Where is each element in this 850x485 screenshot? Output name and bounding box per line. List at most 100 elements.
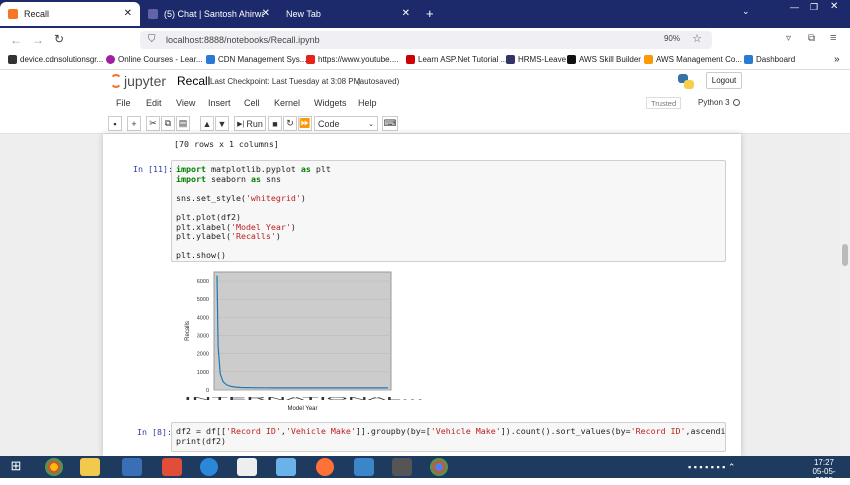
reload-icon[interactable]: ↻ (54, 32, 64, 46)
bookmark-item[interactable]: CDN Management Sys... (206, 55, 306, 64)
minimize-icon[interactable]: — (790, 2, 799, 12)
jupyter-logo-icon (110, 74, 122, 88)
page-scrollbar[interactable] (840, 134, 850, 456)
save-icon[interactable]: ▪ (108, 116, 122, 131)
autosave-status: (autosaved) (357, 77, 400, 86)
chrome-icon[interactable] (45, 458, 63, 476)
menu-file[interactable]: File (116, 98, 131, 108)
url-bar[interactable]: ⛉ localhost:8888/notebooks/Recall.ipynb … (140, 31, 712, 49)
vs-code-icon[interactable] (354, 458, 374, 476)
code-cell-11[interactable]: import matplotlib.pyplot as plt import se… (171, 160, 726, 262)
logout-button[interactable]: Logout (706, 72, 742, 89)
back-arrow-icon[interactable]: ← (10, 33, 22, 47)
git-icon[interactable] (162, 458, 182, 476)
menu-view[interactable]: View (176, 98, 195, 108)
bookmark-item[interactable]: HRMS-Leave (506, 55, 566, 64)
paste-icon[interactable]: ▤ (176, 116, 190, 131)
tab-chat[interactable]: (5) Chat | Santosh Ahirwar | Mic ✕ (140, 2, 278, 26)
forward-arrow-icon[interactable]: → (32, 33, 44, 47)
maximize-icon[interactable]: ❐ (810, 2, 818, 13)
close-icon[interactable]: ✕ (262, 8, 270, 19)
y-tick-label: 6000 (197, 279, 209, 285)
keyboard-icon[interactable]: ⌨ (382, 116, 398, 131)
file-explorer-icon[interactable] (80, 458, 100, 476)
bookmark-label: Dashboard (756, 55, 796, 64)
chevron-down-icon[interactable]: ⌄ (742, 6, 750, 17)
jupyter-logo-text: jupyter (124, 73, 167, 89)
notepad-icon[interactable] (276, 458, 296, 476)
tab-new[interactable]: New Tab ✕ (278, 2, 418, 26)
clock[interactable]: 17:27 05-05-2025 (806, 458, 842, 485)
cell-prompt: In [8]: (137, 427, 172, 437)
more-bookmarks-icon[interactable]: » (834, 54, 840, 65)
clock-time: 17:27 (813, 458, 835, 467)
bookmarks-bar: device.cdnsolutionsgr... Online Courses … (0, 52, 850, 70)
bookmark-item[interactable]: AWS Management Co... (644, 55, 742, 64)
globe-icon (8, 55, 17, 64)
cell-type-select[interactable]: Code ⌄ (314, 116, 378, 131)
anaconda-icon[interactable] (392, 458, 412, 476)
shield-app-icon[interactable] (200, 458, 218, 476)
page-info-icon[interactable]: ⛉ (148, 34, 156, 45)
bookmark-item[interactable]: AWS Skill Builder (567, 55, 641, 64)
insert-cell-icon[interactable]: + (127, 116, 141, 131)
close-icon[interactable]: ✕ (402, 8, 410, 19)
url-text: localhost:8888/notebooks/Recall.ipynb (166, 35, 320, 45)
trusted-indicator[interactable]: Trusted (646, 97, 682, 109)
code-editor[interactable]: import matplotlib.pyplot as plt import se… (176, 164, 331, 261)
bookmark-label: Learn ASP.Net Tutorial ... (418, 55, 508, 64)
tab-recall[interactable]: Recall ✕ (0, 2, 140, 26)
jupyter-toolbar: ▪ + ✂ ⧉ ▤ ▲ ▼ ▶| Run ■ ↻ ⏩ Code ⌄ ⌨ (108, 115, 744, 133)
chart-output: 0 1000 2000 3000 4000 5000 6000 Model Year Recal… (179, 268, 424, 412)
bookmark-item[interactable]: https://www.youtube.... (306, 55, 398, 64)
cut-icon[interactable]: ✂ (146, 116, 160, 131)
window-close-icon[interactable]: ✕ (830, 1, 838, 12)
menu-icon[interactable]: ≡ (830, 32, 836, 44)
fast-forward-icon[interactable]: ⏩ (298, 116, 312, 131)
tab-title: Recall (24, 9, 50, 19)
vnc-icon[interactable] (237, 458, 257, 476)
windows-taskbar: ⊞ ▪ ▪ ▪ ▪ ▪ ▪ ▪ ⌃ 17:27 05-05-2025 (0, 456, 850, 485)
move-down-icon[interactable]: ▼ (215, 116, 229, 131)
folder-icon (206, 55, 215, 64)
code-cell-8[interactable]: df2 = df[['Record ID','Vehicle Make']].g… (171, 422, 726, 452)
move-up-icon[interactable]: ▲ (200, 116, 214, 131)
code-editor[interactable]: df2 = df[['Record ID','Vehicle Make']].g… (176, 426, 726, 446)
menu-cell[interactable]: Cell (244, 98, 260, 108)
close-icon[interactable]: ✕ (124, 8, 132, 19)
menu-kernel[interactable]: Kernel (274, 98, 300, 108)
windows-start-icon[interactable]: ⊞ (6, 458, 26, 476)
menu-widgets[interactable]: Widgets (314, 98, 347, 108)
python-logo-icon (676, 73, 696, 89)
menu-edit[interactable]: Edit (146, 98, 162, 108)
jupyter-logo[interactable]: jupyter (110, 73, 166, 89)
bookmark-label: Online Courses - Lear... (118, 55, 203, 64)
stop-icon[interactable]: ■ (268, 116, 282, 131)
bookmark-star-icon[interactable]: ☆ (692, 32, 702, 45)
plot-area (213, 271, 392, 391)
monitor-app-icon[interactable] (122, 458, 142, 476)
scrollbar-thumb[interactable] (842, 244, 848, 266)
bookmark-item[interactable]: Dashboard (744, 55, 795, 64)
extensions-icon[interactable]: ⧉ (808, 33, 815, 44)
bookmark-item[interactable]: device.cdnsolutionsgr... (8, 55, 103, 64)
notebook-title[interactable]: Recall (177, 74, 210, 88)
x-axis-label: Model Year (287, 406, 317, 412)
copy-icon[interactable]: ⧉ (161, 116, 175, 131)
new-tab-icon[interactable]: + (426, 6, 434, 21)
restart-icon[interactable]: ↻ (283, 116, 297, 131)
menu-help[interactable]: Help (358, 98, 377, 108)
kernel-name[interactable]: Python 3 (698, 98, 730, 107)
bookmark-item[interactable]: Learn ASP.Net Tutorial ... (406, 55, 507, 64)
zoom-level[interactable]: 90% (664, 34, 680, 43)
code-line: df2 = df[['Record ID','Vehicle Make']].g… (176, 426, 726, 436)
menu-insert[interactable]: Insert (208, 98, 231, 108)
bookmark-item[interactable]: Online Courses - Lear... (106, 55, 202, 64)
pocket-icon[interactable]: ▿ (786, 33, 791, 44)
run-icon: ▶| (237, 120, 245, 128)
tab-title: (5) Chat | Santosh Ahirwar | Mic (164, 9, 264, 19)
chrome-active-icon[interactable] (430, 458, 448, 476)
tray-icons[interactable]: ▪ ▪ ▪ ▪ ▪ ▪ ▪ ⌃ (688, 462, 735, 473)
run-button[interactable]: ▶| Run (234, 116, 266, 131)
firefox-icon[interactable] (316, 458, 334, 476)
